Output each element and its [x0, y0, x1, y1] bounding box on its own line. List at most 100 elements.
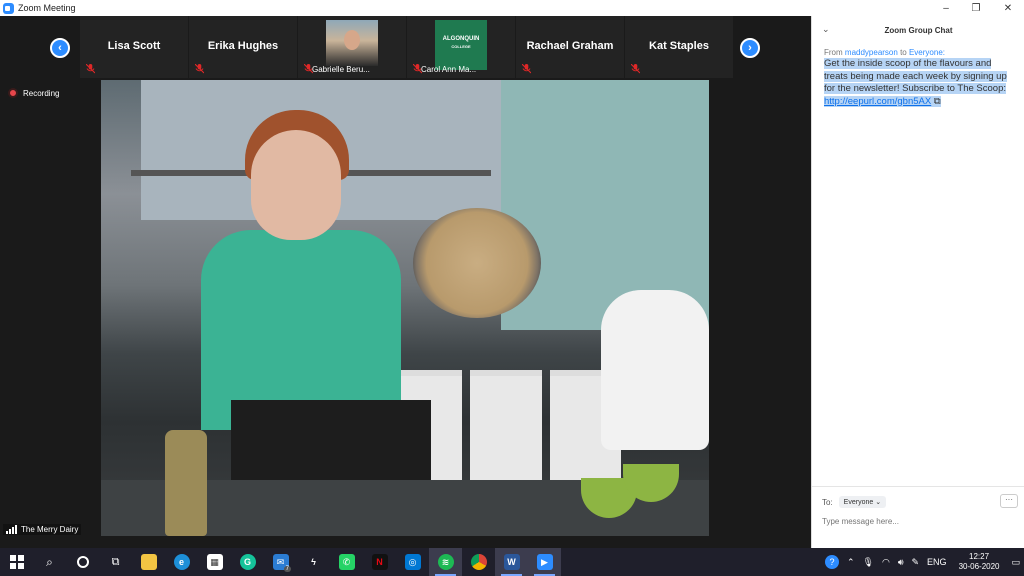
participant-name: Lisa Scott: [107, 40, 161, 52]
muted-mic-icon: [522, 64, 531, 74]
clock[interactable]: 12:27 30-06-2020: [959, 552, 1000, 572]
active-speaker-label: The Merry Dairy: [3, 524, 82, 535]
windows-logo-icon: [9, 555, 24, 569]
chevron-left-icon: ‹: [58, 42, 62, 54]
whatsapp-button[interactable]: ✆: [330, 548, 363, 576]
participant-tile[interactable]: Kat Staples: [625, 16, 734, 78]
signal-strength-icon: [6, 525, 17, 534]
maximize-button[interactable]: ❐: [960, 0, 992, 16]
chat-title: Zoom Group Chat: [884, 25, 953, 35]
zoom-taskbar-button[interactable]: ▶: [528, 548, 561, 576]
language-indicator[interactable]: ENG: [927, 557, 947, 567]
chrome-icon: [470, 554, 487, 570]
sender-link[interactable]: maddypearson: [845, 48, 898, 57]
muted-mic-icon: [631, 64, 640, 74]
participant-strip: Lisa Scott Erika Hughes Gabrielle Beru..…: [80, 16, 824, 78]
whatsapp-icon: ✆: [338, 554, 355, 570]
mail-button[interactable]: ✉ 7: [264, 548, 297, 576]
spotify-button[interactable]: ≋: [429, 548, 462, 576]
mail-badge: 7: [283, 566, 291, 572]
edge-icon: e: [173, 554, 190, 570]
winamp-button[interactable]: ϟ: [297, 548, 330, 576]
task-view-icon: ⧉: [111, 555, 120, 568]
participant-name: Gabrielle Beru...: [312, 65, 370, 74]
edge-button[interactable]: e: [165, 548, 198, 576]
participant-name: Kat Staples: [649, 40, 709, 52]
store-icon: ▦: [206, 554, 223, 570]
cortana-icon: [76, 556, 89, 568]
netflix-button[interactable]: N: [363, 548, 396, 576]
recipient-link[interactable]: Everyone:: [909, 48, 945, 57]
cortana-button[interactable]: [66, 548, 99, 576]
notifications-icon[interactable]: ▭: [1011, 557, 1020, 568]
chevron-up-icon[interactable]: ⌃: [847, 557, 855, 568]
clock-date: 30-06-2020: [958, 562, 1000, 571]
system-tray: ? ⌃ 🎙︎ ◠ 🔊︎ ✎ ENG 12:27 30-06-2020 ▭: [821, 548, 1024, 576]
video-stage: ‹ Lisa Scott Erika Hughes Gabrielle Beru…: [0, 16, 811, 548]
minimize-button[interactable]: –: [930, 0, 962, 16]
store-button[interactable]: ▦: [198, 548, 231, 576]
close-button[interactable]: ✕: [992, 0, 1024, 16]
start-button[interactable]: [0, 548, 33, 576]
recipient-dropdown[interactable]: Everyone ⌄: [838, 496, 887, 508]
copy-icon[interactable]: ⧉: [934, 96, 941, 107]
zoom-logo-icon: [3, 2, 14, 14]
participant-name: Carol Ann Ma...: [421, 65, 477, 74]
windows-taskbar: ⌕ ⧉ e ▦ G ✉ 7 ϟ ✆ N ◎ ≋ W ▶ ? ⌃ 🎙︎ ◠ 🔊︎ ✎…: [0, 548, 1024, 576]
more-options-button[interactable]: ···: [1000, 494, 1018, 508]
zoom-app: Zoom Meeting – ❐ ✕ ‹ Lisa Scott Erika Hu…: [0, 0, 1024, 548]
netflix-icon: N: [371, 554, 388, 570]
search-button[interactable]: ⌕: [33, 548, 66, 576]
muted-mic-icon: [195, 64, 204, 74]
chat-panel: ⌄ Zoom Group Chat From maddypearson to E…: [811, 16, 1024, 548]
chat-message: Get the inside scoop of the flavours and…: [824, 58, 1014, 108]
search-icon: ⌕: [46, 554, 53, 569]
window-title: Zoom Meeting: [18, 3, 76, 13]
recipient-selector: To: Everyone ⌄: [822, 496, 887, 508]
task-view-button[interactable]: ⧉: [99, 548, 132, 576]
volume-icon[interactable]: 🔊︎: [898, 557, 904, 568]
pen-icon[interactable]: ✎: [912, 557, 920, 568]
participant-tile[interactable]: Lisa Scott: [80, 16, 189, 78]
participant-name: Erika Hughes: [207, 40, 279, 52]
chat-header: ⌄ Zoom Group Chat: [812, 16, 1024, 44]
chevron-right-icon: ›: [748, 42, 752, 54]
app-button[interactable]: ◎: [396, 548, 429, 576]
message-link[interactable]: http://eepurl.com/gbn5AX: [824, 96, 931, 107]
active-speaker-video: [101, 80, 709, 536]
word-icon: W: [503, 554, 520, 570]
chevron-down-icon[interactable]: ⌄: [822, 24, 830, 35]
lightning-icon: ϟ: [311, 557, 316, 567]
participant-tile[interactable]: Rachael Graham: [516, 16, 625, 78]
message-sender-line: From maddypearson to Everyone:: [824, 48, 945, 57]
chrome-button[interactable]: [462, 548, 495, 576]
microphone-icon[interactable]: 🎙︎: [863, 557, 874, 568]
spotify-icon: ≋: [437, 554, 454, 570]
message-text: Get the inside scoop of the flavours and…: [824, 58, 1007, 94]
participant-tile[interactable]: Erika Hughes: [189, 16, 298, 78]
prev-page-button[interactable]: ‹: [50, 38, 70, 58]
participant-video-thumbnail: [326, 20, 378, 66]
next-page-button[interactable]: ›: [740, 38, 760, 58]
file-explorer-button[interactable]: [132, 548, 165, 576]
participant-name: Rachael Graham: [526, 40, 614, 52]
recording-label: Recording: [23, 88, 60, 98]
chat-input[interactable]: [822, 514, 1012, 528]
active-speaker-name: The Merry Dairy: [21, 525, 79, 534]
clock-time: 12:27: [969, 552, 990, 561]
grammarly-button[interactable]: G: [231, 548, 264, 576]
word-button[interactable]: W: [495, 548, 528, 576]
grammarly-icon: G: [239, 554, 256, 570]
participant-tile[interactable]: Gabrielle Beru...: [298, 16, 407, 78]
recording-indicator[interactable]: Recording: [8, 88, 59, 98]
wifi-icon[interactable]: ◠: [882, 557, 890, 568]
help-icon[interactable]: ?: [824, 555, 839, 569]
title-bar: Zoom Meeting – ❐ ✕: [0, 0, 1024, 16]
app-icon: ◎: [404, 554, 421, 570]
participant-logo: ALGONQUIN COLLEGE: [435, 20, 487, 70]
zoom-icon: ▶: [536, 554, 553, 570]
participant-tile[interactable]: ALGONQUIN COLLEGE Carol Ann Ma...: [407, 16, 516, 78]
muted-mic-icon: [86, 64, 95, 74]
to-label: To:: [822, 497, 833, 507]
folder-icon: [140, 554, 157, 570]
